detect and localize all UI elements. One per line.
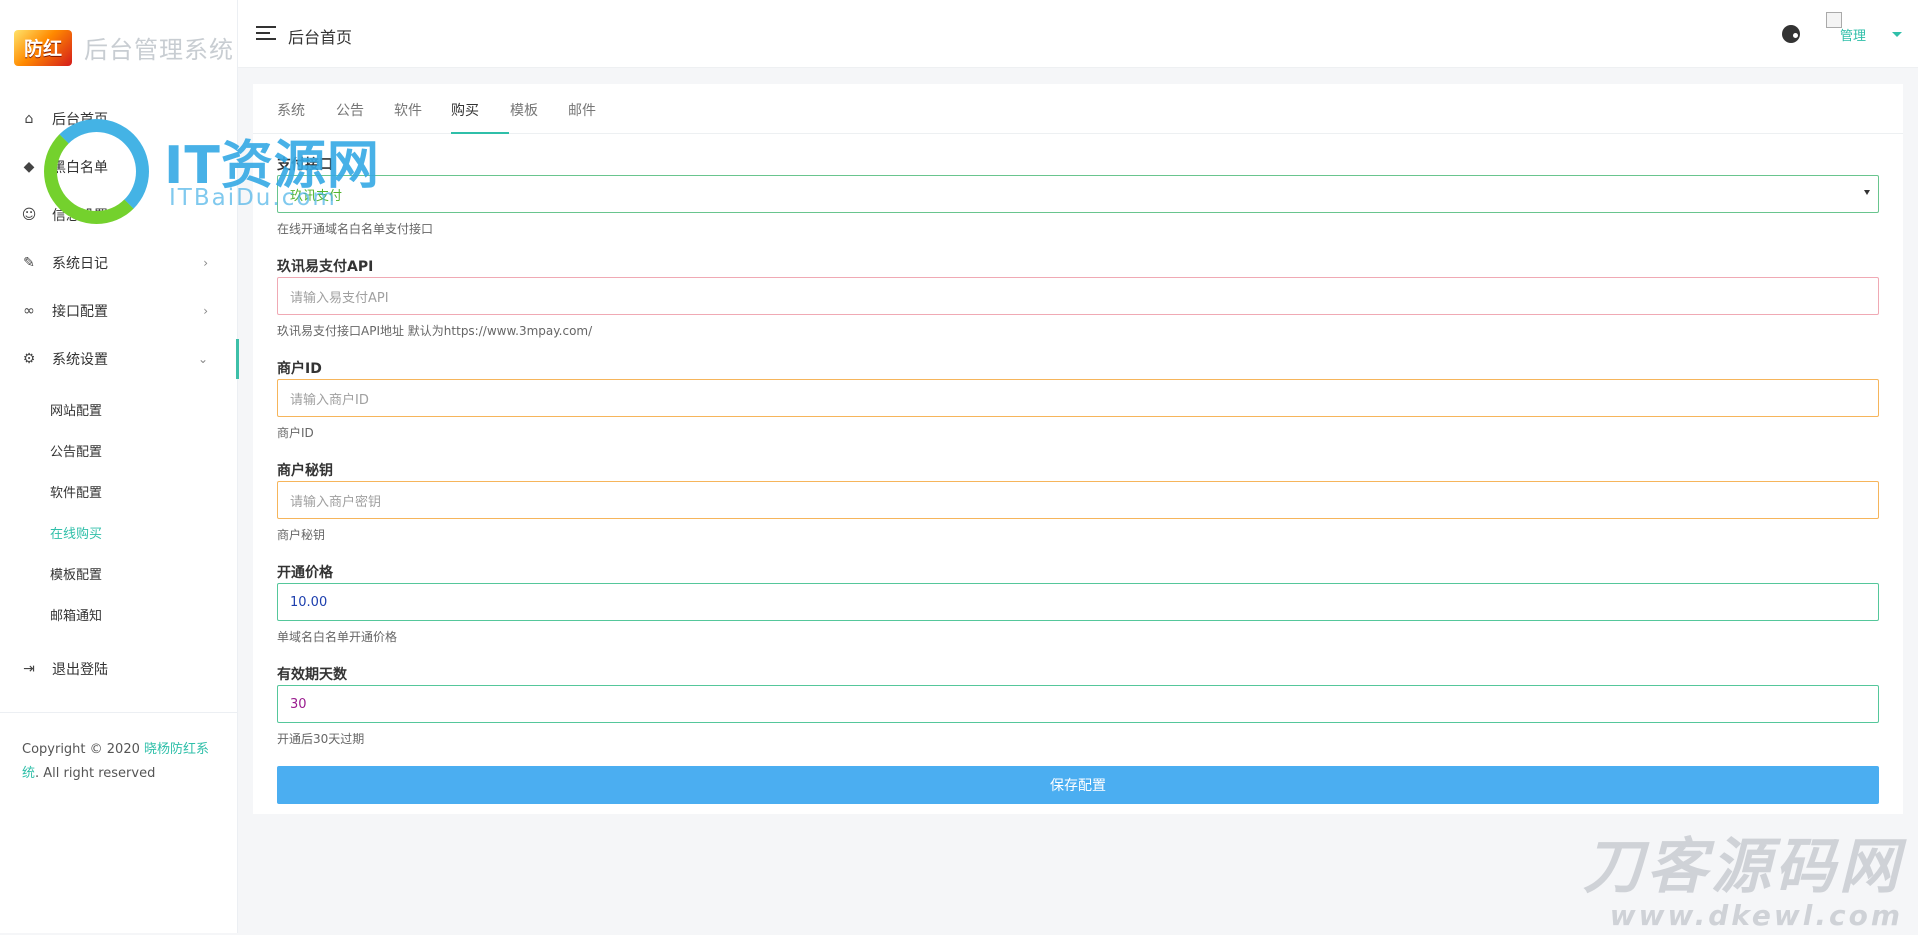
save-config-button[interactable]: 保存配置 bbox=[277, 766, 1879, 804]
sidebar-item-label: 系统日记 bbox=[52, 256, 108, 272]
api-help: 玖讯易支付接口API地址 默认为https://www.3mpay.com/ bbox=[277, 324, 593, 338]
merchant-id-input[interactable]: 请输入商户ID bbox=[277, 379, 1879, 417]
brand-title: 后台管理系统 bbox=[84, 36, 234, 64]
days-help: 开通后30天过期 bbox=[277, 732, 365, 746]
sidebar-item-settings[interactable]: ⚙ 系统设置 ⌄ bbox=[0, 335, 239, 383]
dkewl-watermark-text: 刀客源码网 bbox=[1583, 832, 1903, 902]
shield-icon: ◆ bbox=[23, 159, 35, 175]
logout-button[interactable]: ⇥ 退出登陆 bbox=[0, 645, 238, 693]
smile-icon: ☺ bbox=[21, 207, 37, 223]
settings-subnav: 网站配置 公告配置 软件配置 在线购买 模板配置 邮箱通知 bbox=[0, 383, 238, 635]
it-watermark-url: ITBaiDu.com bbox=[169, 185, 337, 211]
home-icon: ⌂ bbox=[24, 111, 34, 127]
brand-logo: 防红 bbox=[14, 29, 72, 66]
price-help: 单域名白名单开通价格 bbox=[277, 630, 398, 644]
payment-select[interactable]: 玖讯支付 bbox=[277, 175, 1879, 213]
copyright-tail: . All right reserved bbox=[35, 766, 156, 781]
subnav-email-notify[interactable]: 邮箱通知 bbox=[0, 594, 238, 635]
price-label: 开通价格 bbox=[277, 565, 333, 581]
chevron-down-icon: ⌄ bbox=[197, 352, 208, 366]
payment-label: 支付接口 bbox=[277, 157, 333, 173]
api-input[interactable]: 请输入易支付API bbox=[277, 277, 1879, 315]
subnav-template-config[interactable]: 模板配置 bbox=[0, 553, 238, 594]
tab-email[interactable]: 邮件 bbox=[568, 100, 596, 120]
active-tab-indicator bbox=[451, 132, 509, 134]
user-name: 管理 bbox=[1840, 29, 1867, 44]
it-watermark-icon bbox=[44, 119, 149, 224]
pencil-icon: ✎ bbox=[23, 255, 35, 271]
price-field: 开通价格 10.00 单域名白名单开通价格 bbox=[277, 562, 1879, 644]
merchant-key-input[interactable]: 请输入商户密钥 bbox=[277, 481, 1879, 519]
chevron-right-icon: › bbox=[203, 304, 208, 318]
payment-field: 支付接口 玖讯支付 在线开通域名白名单支付接口 bbox=[277, 154, 1879, 236]
merchant-key-help: 商户秘钥 bbox=[277, 528, 326, 542]
brand: 防红 后台管理系统 bbox=[0, 0, 237, 95]
gear-icon: ⚙ bbox=[22, 351, 36, 367]
sidebar-item-interface[interactable]: ∞ 接口配置 › bbox=[0, 287, 238, 335]
tab-purchase[interactable]: 购买 bbox=[451, 100, 479, 120]
subnav-site-config[interactable]: 网站配置 bbox=[0, 389, 238, 430]
settings-tabs: 系统 公告 软件 购买 模板 邮件 bbox=[253, 84, 1903, 134]
palette-icon[interactable] bbox=[1782, 25, 1800, 43]
link-icon: ∞ bbox=[23, 303, 35, 319]
it-watermark: IT资源网 ITBaiDu.com bbox=[44, 113, 454, 225]
user-menu[interactable]: 管理 bbox=[1826, 12, 1882, 48]
settings-card: 系统 公告 软件 购买 模板 邮件 支付接口 玖讯支付 在线开通域名白名单支付接… bbox=[253, 84, 1903, 814]
merchant-id-help: 商户ID bbox=[277, 426, 314, 440]
subnav-software-config[interactable]: 软件配置 bbox=[0, 471, 238, 512]
tab-template[interactable]: 模板 bbox=[510, 100, 538, 120]
sidebar-item-label: 系统设置 bbox=[52, 352, 108, 368]
merchant-id-label: 商户ID bbox=[277, 361, 322, 377]
days-field: 有效期天数 30 开通后30天过期 bbox=[277, 664, 1879, 746]
select-arrow-icon bbox=[1864, 190, 1870, 195]
merchant-key-field: 商户秘钥 请输入商户密钥 商户秘钥 bbox=[277, 460, 1879, 542]
copyright: Copyright © 2020 晓杨防红系统. All right reser… bbox=[22, 738, 212, 786]
top-header: 后台首页 管理 bbox=[238, 0, 1918, 68]
subnav-online-purchase[interactable]: 在线购买 bbox=[0, 512, 238, 553]
chevron-down-icon[interactable] bbox=[1892, 32, 1902, 37]
api-label: 玖讯易支付API bbox=[277, 259, 374, 275]
chevron-right-icon: › bbox=[203, 256, 208, 270]
merchant-id-field: 商户ID 请输入商户ID 商户ID bbox=[277, 358, 1879, 440]
sidebar-item-label: 接口配置 bbox=[52, 304, 108, 320]
dkewl-watermark-url: www.dkewl.com bbox=[1609, 899, 1903, 932]
api-field: 玖讯易支付API 请输入易支付API 玖讯易支付接口API地址 默认为https… bbox=[277, 256, 1879, 338]
merchant-key-label: 商户秘钥 bbox=[277, 463, 333, 479]
logout-icon: ⇥ bbox=[23, 661, 35, 677]
dkewl-watermark: 刀客源码网 www.dkewl.com bbox=[1513, 835, 1903, 935]
price-input[interactable]: 10.00 bbox=[277, 583, 1879, 621]
days-input[interactable]: 30 bbox=[277, 685, 1879, 723]
subnav-notice-config[interactable]: 公告配置 bbox=[0, 430, 238, 471]
copyright-text: Copyright © 2020 bbox=[22, 742, 145, 757]
sidebar-divider bbox=[0, 712, 238, 713]
days-label: 有效期天数 bbox=[277, 667, 347, 683]
menu-icon[interactable] bbox=[256, 26, 276, 40]
page-title: 后台首页 bbox=[288, 28, 353, 47]
sidebar-item-log[interactable]: ✎ 系统日记 › bbox=[0, 239, 238, 287]
logout-label: 退出登陆 bbox=[52, 662, 108, 678]
